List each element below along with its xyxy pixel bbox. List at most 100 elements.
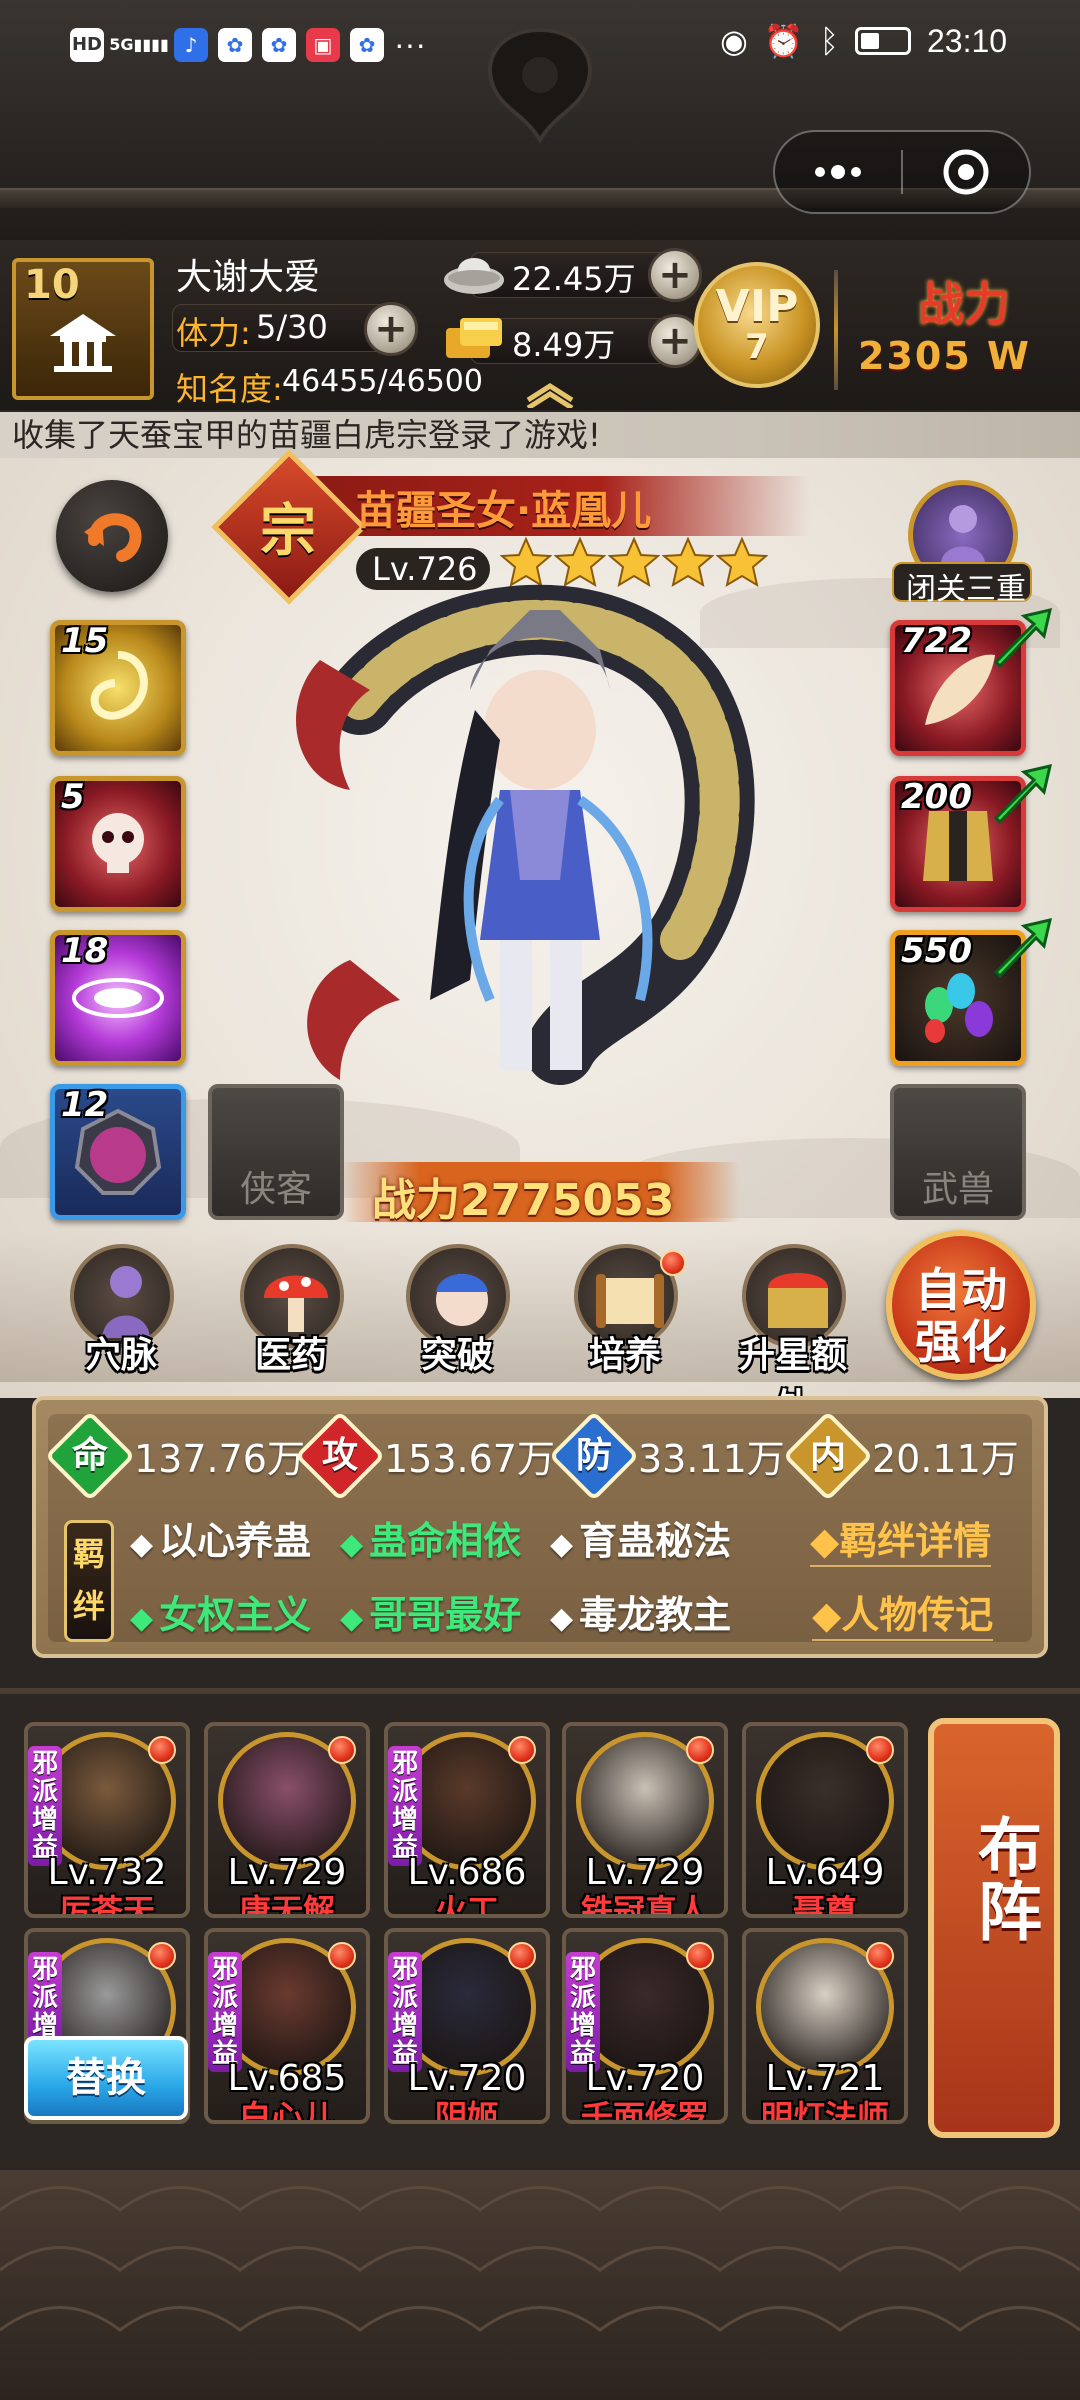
upgrade-arrow-icon[interactable] xyxy=(990,604,1054,668)
team-member-card[interactable]: 邪派增益 Lv.685 白心儿 xyxy=(204,1928,370,2124)
stat-type: 攻 xyxy=(321,1435,358,1476)
notification-dot xyxy=(508,1736,536,1764)
skill-slot-2[interactable]: 5 xyxy=(50,776,186,912)
player-level-box[interactable]: 10 xyxy=(12,258,154,400)
target-close-icon[interactable] xyxy=(903,132,1029,212)
notification-dot xyxy=(148,1942,176,1970)
skill-level: 12 xyxy=(61,1085,109,1125)
bond-diamond-icon: ◆ xyxy=(340,1527,364,1562)
more-dots-icon[interactable] xyxy=(775,132,901,212)
hero-character-art xyxy=(296,584,755,1085)
notification-dot xyxy=(328,1942,356,1970)
team-member-card[interactable]: 邪派增益 Lv.720 千面修罗 xyxy=(562,1928,728,2124)
feature-label: 培养 xyxy=(588,1335,661,1376)
skill-slot-3[interactable]: 18 xyxy=(50,930,186,1066)
baidu-paw-icon: ✿ xyxy=(350,27,384,62)
formation-button-label: 布阵 xyxy=(967,1814,1041,1942)
skill-slot-1[interactable]: 15 xyxy=(50,620,186,756)
silver-amount: 22.45万 xyxy=(512,260,636,298)
feature-button-1[interactable]: 医药 xyxy=(226,1244,356,1376)
bond-item[interactable]: ◆ 蛊命相依 xyxy=(340,1510,521,1565)
hd-icon: HD xyxy=(70,27,104,62)
fame-label: 知名度: xyxy=(176,370,283,408)
stat-value: 137.76万 xyxy=(134,1437,305,1481)
feature-button-4[interactable]: 升星额外 xyxy=(728,1244,858,1428)
broadcast-notice: 收集了天蚕宝甲的苗疆白虎宗登录了游戏! xyxy=(0,412,1080,458)
stat-type: 命 xyxy=(71,1435,108,1476)
clock: 23:10 xyxy=(926,22,1008,59)
bond-tag-label: 羁绊 xyxy=(72,1535,105,1625)
team-member-card[interactable]: 邪派增益 Lv.686 火工 xyxy=(384,1722,550,1918)
vip-badge[interactable]: VIP 7 xyxy=(694,262,820,388)
team-member-card[interactable]: 邪派增益 Lv.732 厉苍天 xyxy=(24,1722,190,1918)
bond-item[interactable]: ◆ 毒龙教主 xyxy=(550,1584,731,1639)
feature-button-2[interactable]: 突破 xyxy=(392,1244,522,1376)
notification-dot xyxy=(866,1942,894,1970)
bond-item[interactable]: ◆ 以心养蛊 xyxy=(130,1510,311,1565)
companion-slot-label: 侠客 xyxy=(239,1169,312,1210)
team-member-card[interactable]: Lv.729 铁冠真人 xyxy=(562,1722,728,1918)
red-app-icon: ▣ xyxy=(306,27,340,62)
stamina-label: 体力: xyxy=(176,314,251,352)
biography-link[interactable]: ◆人物传记 xyxy=(812,1584,994,1641)
notification-dot xyxy=(660,1250,686,1276)
bluetooth-icon: ᛒ xyxy=(819,22,839,59)
expand-chevron-icon[interactable] xyxy=(520,378,580,408)
feature-label: 医药 xyxy=(254,1335,327,1376)
bond-diamond-icon: ◆ xyxy=(550,1527,574,1562)
upgrade-arrow-icon[interactable] xyxy=(990,914,1054,978)
feature-label: 穴脉 xyxy=(84,1335,157,1376)
equipment-level: 200 xyxy=(901,777,972,817)
bond-name: 以心养蛊 xyxy=(159,1519,312,1563)
add-stamina-button[interactable]: + xyxy=(364,302,418,356)
sect-badge-text: 宗 xyxy=(260,499,316,564)
stat-value: 33.11万 xyxy=(638,1437,785,1481)
signal-5g-icon: 5G▮▮▮▮ xyxy=(109,35,169,54)
bottom-roof xyxy=(0,2170,1080,2400)
bond-item[interactable]: ◆ 哥哥最好 xyxy=(340,1584,521,1639)
bond-diamond-icon: ◆ xyxy=(550,1601,574,1636)
add-silver-button[interactable]: + xyxy=(648,248,702,302)
header-divider xyxy=(834,270,838,390)
bond-diamond-icon: ◆ xyxy=(340,1601,364,1636)
auto-strengthen-button[interactable]: 自动 强化 xyxy=(886,1230,1036,1380)
team-member-card[interactable]: Lv.729 唐无解 xyxy=(204,1722,370,1918)
status-bar: HD 5G▮▮▮▮ ♪ ✿ ✿ ▣ ✿ ··· ◉ ⏰ ᛒ 23:10 xyxy=(0,0,1080,90)
vip-label: VIP xyxy=(715,281,799,332)
equipment-level: 550 xyxy=(901,931,972,971)
feature-label: 突破 xyxy=(420,1335,493,1376)
team-member-card[interactable]: Lv.721 明灯法师 xyxy=(742,1928,908,2124)
notification-dot xyxy=(686,1942,714,1970)
bond-name: 育蛊秘法 xyxy=(579,1519,732,1563)
feature-button-0[interactable]: 穴脉 xyxy=(56,1244,186,1376)
faction-buff-tag: 邪派增 xyxy=(28,1952,62,2044)
team-member-card[interactable]: Lv.649 聂尊 xyxy=(742,1722,908,1918)
alarm-icon: ⏰ xyxy=(763,23,804,59)
back-button[interactable] xyxy=(56,480,168,592)
team-member-name: 唐无解 xyxy=(238,1892,335,1918)
notification-dot xyxy=(508,1942,536,1970)
companion-slot[interactable]: 侠客 xyxy=(208,1084,344,1220)
return-arrow-icon xyxy=(84,513,142,562)
auto-strengthen-line2: 强化 xyxy=(915,1315,1007,1369)
total-power-value: 2305 W xyxy=(858,334,1031,378)
bond-item[interactable]: ◆ 女权主义 xyxy=(130,1584,311,1639)
beast-slot[interactable]: 武兽 xyxy=(890,1084,1026,1220)
mini-program-capsule xyxy=(773,130,1031,214)
team-member-card[interactable]: 邪派增益 Lv.720 阴姬 xyxy=(384,1928,550,2124)
bond-item[interactable]: ◆ 育蛊秘法 xyxy=(550,1510,731,1565)
replace-button[interactable]: 替换 xyxy=(24,2036,188,2120)
upgrade-arrow-icon[interactable] xyxy=(990,760,1054,824)
skill-slot-4[interactable]: 12 xyxy=(50,1084,186,1220)
feature-button-3[interactable]: 培养 xyxy=(560,1244,690,1376)
hero-name: 苗疆圣女·蓝凰儿 xyxy=(356,488,652,534)
bond-name: 女权主义 xyxy=(159,1593,312,1637)
formation-button[interactable]: 布阵 xyxy=(928,1718,1060,2138)
eye-icon: ◉ xyxy=(720,23,748,59)
stat-value: 20.11万 xyxy=(872,1437,1019,1481)
player-name: 大谢大爱 xyxy=(176,257,321,298)
stat-type: 防 xyxy=(575,1435,612,1476)
team-member-name: 铁冠真人 xyxy=(580,1892,709,1918)
music-app-icon: ♪ xyxy=(174,27,208,62)
bond-detail-link[interactable]: ◆羁绊详情 xyxy=(810,1510,992,1567)
